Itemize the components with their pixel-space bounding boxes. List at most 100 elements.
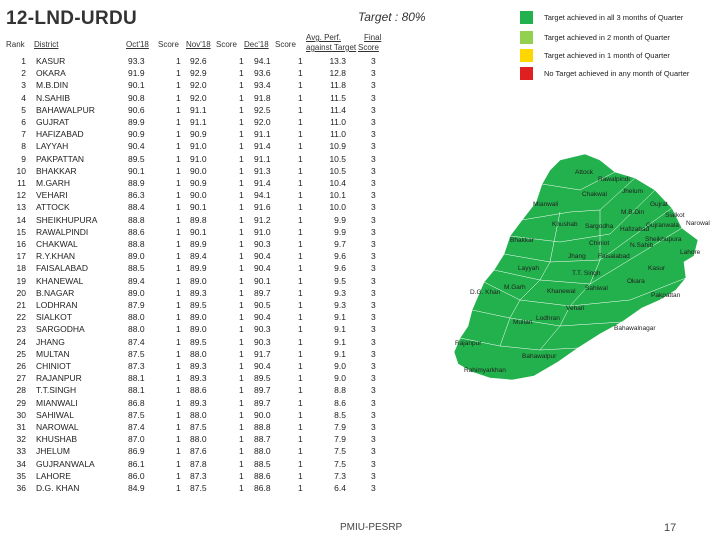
row-rank: 6 <box>21 117 26 127</box>
row-score-oct: 1 <box>176 300 181 310</box>
row-rank: 36 <box>16 483 26 493</box>
table-row: 35 LAHORE 86.0 1 87.3 1 88.6 1 7.3 3 <box>0 471 400 482</box>
row-rank: 33 <box>16 446 26 457</box>
row-avg-perf: 9.5 <box>334 275 346 286</box>
row-nov: 89.9 <box>190 263 207 274</box>
row-nov: 90.0 <box>190 165 207 176</box>
row-nov: 87.3 <box>190 470 207 481</box>
row-rank: 4 <box>21 92 26 103</box>
row-score-dec: 1 <box>298 226 303 237</box>
row-score-dec: 1 <box>298 397 303 408</box>
row-score-nov: 1 <box>239 385 244 396</box>
map-label-okara: Okara <box>627 278 645 285</box>
table-row: 13 ATTOCK 88.4 1 90.1 1 91.6 1 10.0 3 <box>0 202 400 213</box>
map-label-rykhan: Rahimyarkhan <box>464 367 506 374</box>
map-label-kasur: Kasur <box>648 265 665 272</box>
row-final-score: 3 <box>371 409 376 420</box>
row-oct: 90.8 <box>128 92 145 103</box>
row-score-oct: 1 <box>176 178 181 188</box>
row-score-oct: 1 <box>176 129 181 140</box>
row-oct: 87.4 <box>128 336 145 347</box>
row-nov: 90.0 <box>190 190 207 201</box>
row-rank: 21 <box>16 300 26 310</box>
row-avg-perf: 9.6 <box>334 251 346 262</box>
row-score-oct: 1 <box>176 165 181 176</box>
row-score-dec: 1 <box>298 483 303 493</box>
row-dec: 91.3 <box>254 165 271 176</box>
row-avg-perf: 7.5 <box>334 458 346 469</box>
row-final-score: 3 <box>371 190 376 201</box>
row-final-score: 3 <box>371 300 376 310</box>
row-district: ATTOCK <box>36 202 70 213</box>
row-nov: 89.5 <box>190 336 207 347</box>
row-dec: 92.0 <box>254 117 271 127</box>
table-row: 14 SHEIKHUPURA 88.8 1 89.8 1 91.2 1 9.9 3 <box>0 215 400 226</box>
row-dec: 88.0 <box>254 446 271 457</box>
header-nov: Nov'18 <box>186 40 211 49</box>
row-avg-perf: 9.3 <box>334 287 346 298</box>
row-district: KHUSHAB <box>36 434 78 445</box>
row-district: LAYYAH <box>36 141 69 152</box>
row-score-dec: 1 <box>298 153 303 164</box>
row-score-dec: 1 <box>298 104 303 115</box>
table-row: 23 SARGODHA 88.0 1 89.0 1 90.3 1 9.1 3 <box>0 324 400 335</box>
row-score-nov: 1 <box>239 129 244 140</box>
row-score-oct: 1 <box>176 385 181 396</box>
row-nov: 87.8 <box>190 458 207 469</box>
row-score-dec: 1 <box>298 434 303 445</box>
map-label-gujranwala: Gujranwala <box>646 222 679 229</box>
row-rank: 32 <box>16 434 26 445</box>
row-avg-perf: 10.5 <box>329 153 346 164</box>
table-row: 7 HAFIZABAD 90.9 1 90.9 1 91.1 1 11.0 3 <box>0 129 400 140</box>
row-dec: 91.7 <box>254 348 271 359</box>
row-dec: 90.4 <box>254 251 271 262</box>
row-score-oct: 1 <box>176 80 181 91</box>
row-score-oct: 1 <box>176 324 181 335</box>
row-score-nov: 1 <box>239 165 244 176</box>
row-dec: 91.2 <box>254 214 271 225</box>
punjab-map <box>453 153 699 380</box>
row-score-nov: 1 <box>239 226 244 237</box>
row-score-dec: 1 <box>298 263 303 274</box>
row-dec: 91.1 <box>254 129 271 140</box>
row-score-oct: 1 <box>176 153 181 164</box>
row-final-score: 3 <box>371 141 376 152</box>
row-district: JHANG <box>36 336 65 347</box>
row-district: LAHORE <box>36 470 71 481</box>
row-score-oct: 1 <box>176 226 181 237</box>
row-avg-perf: 6.4 <box>334 483 346 493</box>
row-oct: 89.4 <box>128 275 145 286</box>
row-rank: 8 <box>21 141 26 152</box>
row-rank: 20 <box>16 287 26 298</box>
row-dec: 89.7 <box>254 385 271 396</box>
legend-label: Target achieved in all 3 months of Quart… <box>544 13 684 22</box>
row-avg-perf: 8.6 <box>334 397 346 408</box>
row-oct: 87.4 <box>128 422 145 432</box>
row-score-dec: 1 <box>298 56 303 66</box>
row-nov: 87.5 <box>190 483 207 493</box>
map-label-vehari: Vehari <box>566 305 585 312</box>
row-score-nov: 1 <box>239 348 244 359</box>
header-district: District <box>34 40 59 49</box>
map-label-dgkhan: D.G. Khan <box>470 289 501 296</box>
row-oct: 90.1 <box>128 165 145 176</box>
row-nov: 88.0 <box>190 434 207 445</box>
table-row: 29 MIANWALI 86.8 1 89.3 1 89.7 1 8.6 3 <box>0 398 400 409</box>
row-score-dec: 1 <box>298 68 303 79</box>
map-label-sahiwal: Sahiwal <box>585 285 608 292</box>
map-label-attock: Attock <box>575 169 594 176</box>
table-row: 16 CHAKWAL 88.8 1 89.9 1 90.3 1 9.7 3 <box>0 239 400 250</box>
row-oct: 86.0 <box>128 470 145 481</box>
map-label-narowal: Narowal <box>686 220 710 227</box>
row-dec: 90.3 <box>254 336 271 347</box>
row-district: SAHIWAL <box>36 409 74 420</box>
row-score-dec: 1 <box>298 458 303 469</box>
row-rank: 35 <box>16 470 26 481</box>
table-row: 12 VEHARI 86.3 1 90.0 1 94.1 1 10.1 3 <box>0 190 400 201</box>
row-rank: 15 <box>16 226 26 237</box>
table-row: 33 JHELUM 86.9 1 87.6 1 88.0 1 7.5 3 <box>0 446 400 457</box>
row-nov: 89.0 <box>190 312 207 323</box>
row-final-score: 3 <box>371 178 376 188</box>
row-dec: 91.4 <box>254 178 271 188</box>
row-rank: 17 <box>16 251 26 262</box>
